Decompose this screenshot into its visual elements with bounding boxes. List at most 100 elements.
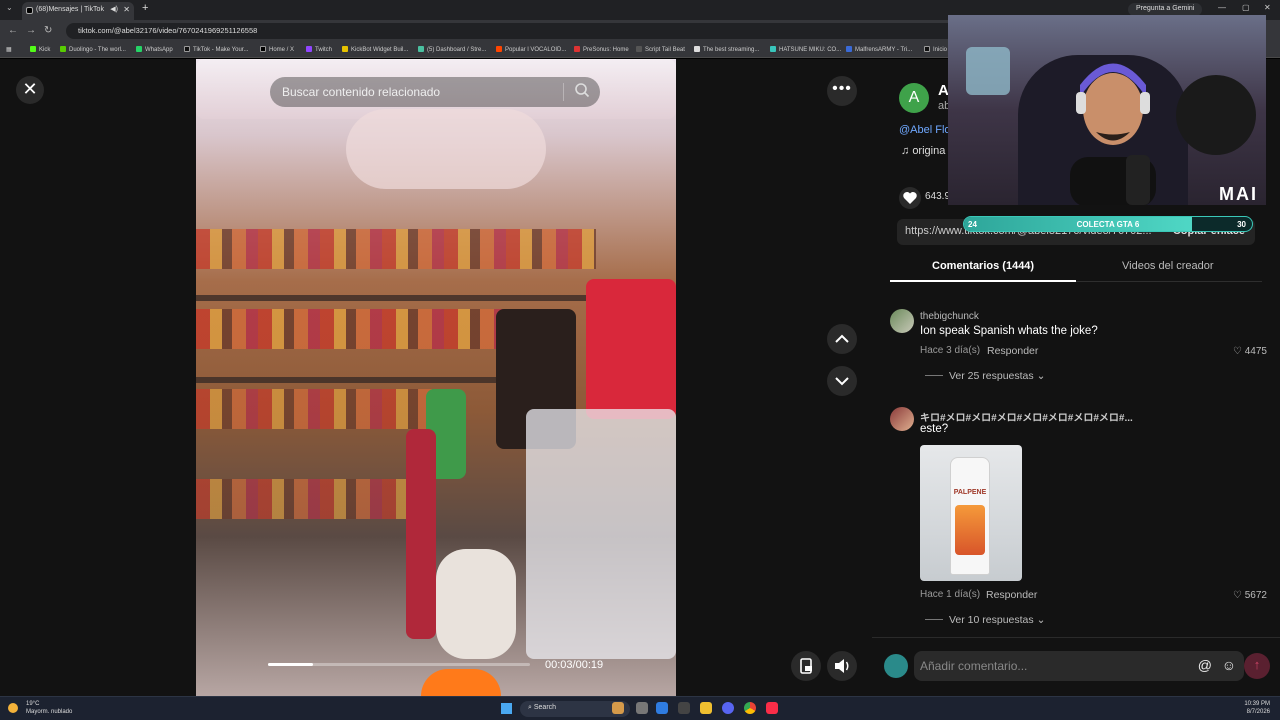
new-tab-button[interactable]: + bbox=[142, 2, 148, 14]
more-options-button[interactable]: ••• bbox=[827, 76, 857, 106]
video-progress-bar[interactable] bbox=[268, 663, 530, 666]
bookmark-item[interactable]: TikTok - Make Your... bbox=[184, 46, 248, 53]
window-close-icon[interactable]: ✕ bbox=[1264, 3, 1271, 12]
view-replies-button[interactable]: Ver 10 respuestas ⌄ bbox=[925, 614, 1045, 626]
like-count: 643.9 bbox=[925, 191, 951, 202]
video-product-row bbox=[196, 389, 456, 429]
bookmark-item[interactable]: Inicio bbox=[924, 46, 947, 53]
creator-avatar[interactable]: A bbox=[899, 83, 929, 113]
weather-widget[interactable]: 19°C Mayorm. nublado bbox=[8, 700, 73, 716]
bookmark-item[interactable]: Twitch bbox=[306, 46, 332, 53]
heart-icon bbox=[903, 192, 917, 204]
bookmark-item[interactable]: KickBot Widget Buil... bbox=[342, 46, 408, 53]
widgets-icon[interactable] bbox=[612, 702, 624, 714]
gemini-label: Pregunta a Gemini bbox=[1136, 5, 1195, 12]
add-comment-input[interactable]: Añadir comentario... @ ☺ bbox=[914, 651, 1244, 681]
send-comment-button[interactable]: ↑ bbox=[1244, 653, 1270, 679]
reply-button[interactable]: Responder bbox=[987, 345, 1038, 357]
bottle-brand: PALPENE bbox=[953, 489, 987, 496]
browser-tab[interactable]: (68)Mensajes | TikTok ◀) ✕ bbox=[22, 2, 134, 20]
search-icon[interactable] bbox=[574, 82, 590, 98]
bottle-label bbox=[955, 505, 985, 555]
copilot-icon[interactable] bbox=[678, 702, 690, 714]
video-product-row bbox=[196, 479, 416, 519]
close-video-button[interactable]: ✕ bbox=[16, 76, 44, 104]
chrome-icon[interactable] bbox=[744, 702, 756, 714]
bookmark-item[interactable]: PreSonus: Home bbox=[574, 46, 629, 53]
video-shelf bbox=[196, 377, 526, 383]
search-divider bbox=[563, 83, 564, 101]
reload-icon[interactable]: ↻ bbox=[44, 25, 52, 36]
discord-icon[interactable] bbox=[722, 702, 734, 714]
tab-comments[interactable]: Comentarios (1444) bbox=[932, 260, 1034, 272]
bookmark-item[interactable]: (5) Dashboard / Stre... bbox=[418, 46, 486, 53]
music-note-icon: ♫ bbox=[901, 145, 913, 157]
file-explorer-icon[interactable] bbox=[700, 702, 712, 714]
tiktok-video-page: ✕ Buscar contenido relacionado ••• 00:03… bbox=[0, 15, 1280, 696]
webcam-bg-object bbox=[966, 47, 1010, 95]
bookmark-item[interactable]: Popular l VOCALOID... bbox=[496, 46, 566, 53]
music-info[interactable]: ♫ origina bbox=[901, 145, 945, 157]
volume-icon bbox=[835, 659, 849, 673]
bookmark-item[interactable]: Duolingo - The worl... bbox=[60, 46, 126, 53]
bookmark-item[interactable]: Home / X bbox=[260, 46, 294, 53]
windows-start-icon[interactable] bbox=[501, 703, 512, 714]
back-icon[interactable]: ← bbox=[8, 25, 18, 36]
forward-icon[interactable]: → bbox=[26, 25, 36, 36]
taskbar-clock[interactable]: 10:39 PM 8/7/2026 bbox=[1244, 700, 1270, 716]
music-app-icon[interactable] bbox=[766, 702, 778, 714]
comment-avatar[interactable] bbox=[890, 407, 914, 431]
close-tab-icon[interactable]: ✕ bbox=[123, 5, 130, 14]
bookmark-item[interactable]: HATSUNE MIKU: CO... bbox=[770, 46, 841, 53]
bookmark-item[interactable]: Script Tail Beat bbox=[636, 46, 685, 53]
donation-goal-bar: 24 COLECTA GTA 6 30 bbox=[963, 216, 1253, 232]
active-tab-indicator bbox=[890, 280, 1076, 282]
comment-avatar[interactable] bbox=[890, 309, 914, 333]
video-player[interactable] bbox=[196, 59, 676, 696]
maximize-icon[interactable]: ▢ bbox=[1242, 3, 1250, 12]
goal-label: COLECTA GTA 6 bbox=[1076, 220, 1140, 229]
related-search-input[interactable]: Buscar contenido relacionado bbox=[282, 85, 440, 99]
previous-video-button[interactable] bbox=[827, 324, 857, 354]
bookmark-item[interactable]: Kick bbox=[30, 46, 50, 53]
comment-like[interactable]: ♡ 5672 bbox=[1233, 590, 1267, 601]
emoji-icon[interactable]: ☺ bbox=[1222, 657, 1236, 673]
bookmark-item[interactable]: The best streaming... bbox=[694, 46, 759, 53]
windows-taskbar: 19°C Mayorm. nublado ⌕ Search 10:39 PM 8… bbox=[0, 696, 1280, 720]
mention-icon[interactable]: @ bbox=[1198, 657, 1212, 673]
taskbar-search-label: Search bbox=[533, 704, 557, 711]
weather-icon bbox=[8, 703, 18, 713]
url-text: tiktok.com/@abel32176/video/767024196925… bbox=[78, 26, 258, 35]
mute-tab-icon[interactable]: ◀) bbox=[110, 5, 118, 13]
bookmark-item[interactable]: WhatsApp bbox=[136, 46, 173, 53]
tab-creator-videos[interactable]: Videos del creador bbox=[1122, 260, 1214, 272]
apps-icon[interactable]: ▦ bbox=[6, 46, 12, 53]
view-replies-button[interactable]: Ver 25 respuestas ⌄ bbox=[925, 370, 1045, 382]
video-blur-shape bbox=[346, 109, 546, 189]
clock-date: 8/7/2026 bbox=[1246, 709, 1270, 715]
webcam-tag: MAI bbox=[1219, 184, 1258, 204]
picture-in-picture-button[interactable] bbox=[791, 651, 821, 681]
weather-desc: Mayorm. nublado bbox=[26, 709, 73, 715]
comment-username[interactable]: thebigchunck bbox=[920, 311, 979, 322]
like-button[interactable] bbox=[899, 187, 921, 209]
related-search-bar[interactable]: Buscar contenido relacionado bbox=[270, 77, 600, 107]
task-view-icon[interactable] bbox=[636, 702, 648, 714]
comment-username[interactable]: キロ#メロ#メロ#メロ#メロ#メロ#メロ#メロ#... bbox=[920, 409, 1133, 424]
comment-like[interactable]: ♡ 4475 bbox=[1233, 346, 1267, 357]
tab-list-icon[interactable]: ⌄ bbox=[6, 3, 13, 12]
screen: ⌄ (68)Mensajes | TikTok ◀) ✕ + Pregunta … bbox=[0, 0, 1280, 720]
tab-title: (68)Mensajes | TikTok bbox=[36, 6, 104, 13]
comment-image[interactable]: PALPENE bbox=[920, 445, 1022, 581]
minimize-icon[interactable]: — bbox=[1218, 3, 1226, 12]
reply-button[interactable]: Responder bbox=[986, 589, 1037, 601]
webcam-drum bbox=[1176, 75, 1256, 155]
volume-button[interactable] bbox=[827, 651, 857, 681]
creator-handle[interactable]: @Abel Flo bbox=[899, 124, 951, 136]
music-title: origina bbox=[912, 145, 946, 157]
comment-time: Hace 3 día(s) bbox=[920, 345, 981, 356]
edge-icon[interactable] bbox=[656, 702, 668, 714]
video-time: 00:03/00:19 bbox=[545, 659, 604, 671]
next-video-button[interactable] bbox=[827, 366, 857, 396]
bookmark-item[interactable]: MalfrensARMY - Tri... bbox=[846, 46, 912, 53]
